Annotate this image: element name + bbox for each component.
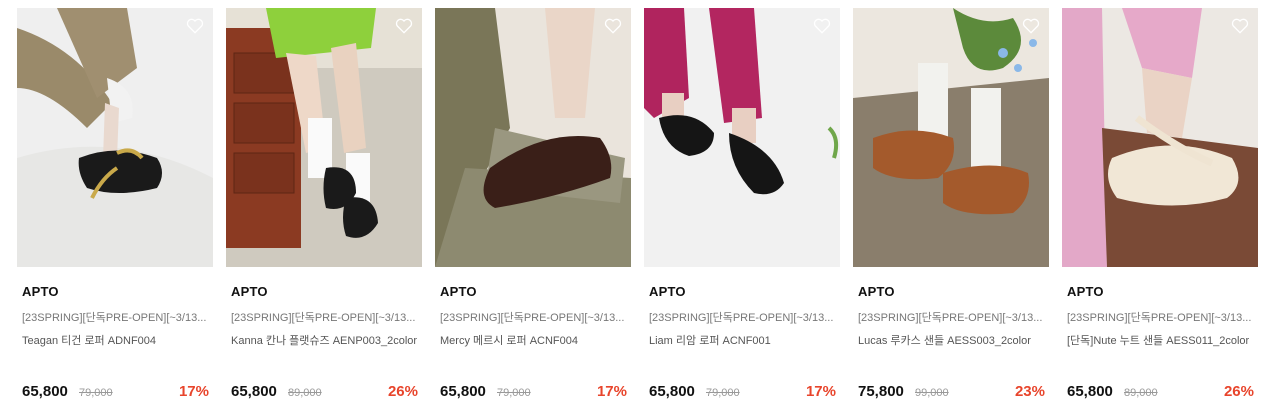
product-card[interactable]: APTO [23SPRING][단독PRE-OPEN][~3/13... Tea… <box>17 8 213 408</box>
sale-price: 65,800 <box>649 383 695 400</box>
product-name[interactable]: Liam 리암 로퍼 ACNF001 <box>649 333 837 349</box>
brand-name[interactable]: APTO <box>231 284 268 299</box>
product-image[interactable] <box>644 8 840 267</box>
original-price: 79,000 <box>79 387 113 399</box>
sale-price: 75,800 <box>858 383 904 400</box>
brand-name[interactable]: APTO <box>440 284 477 299</box>
product-name[interactable]: Lucas 루카스 샌들 AESS003_2color <box>858 333 1046 349</box>
product-image[interactable] <box>1062 8 1258 267</box>
product-badge: [23SPRING][단독PRE-OPEN][~3/13... <box>1067 312 1252 324</box>
product-image[interactable] <box>17 8 213 267</box>
heart-outline-icon[interactable] <box>185 16 205 36</box>
product-badge: [23SPRING][단독PRE-OPEN][~3/13... <box>858 312 1043 324</box>
brand-name[interactable]: APTO <box>649 284 686 299</box>
product-image[interactable] <box>853 8 1049 267</box>
discount-rate: 26% <box>1223 383 1254 400</box>
heart-outline-icon[interactable] <box>812 16 832 36</box>
product-card[interactable]: APTO [23SPRING][단독PRE-OPEN][~3/13... Mer… <box>435 8 631 408</box>
original-price: 99,000 <box>915 387 949 399</box>
product-card[interactable]: APTO [23SPRING][단독PRE-OPEN][~3/13... Kan… <box>226 8 422 408</box>
product-image[interactable] <box>226 8 422 267</box>
discount-rate: 17% <box>596 383 627 400</box>
discount-rate: 23% <box>1014 383 1045 400</box>
product-badge: [23SPRING][단독PRE-OPEN][~3/13... <box>231 312 416 324</box>
brand-name[interactable]: APTO <box>22 284 59 299</box>
discount-rate: 17% <box>178 383 209 400</box>
original-price: 79,000 <box>497 387 531 399</box>
heart-outline-icon[interactable] <box>394 16 414 36</box>
original-price: 79,000 <box>706 387 740 399</box>
heart-outline-icon[interactable] <box>1021 16 1041 36</box>
sale-price: 65,800 <box>231 383 277 400</box>
sale-price: 65,800 <box>1067 383 1113 400</box>
brand-name[interactable]: APTO <box>1067 284 1104 299</box>
product-grid: APTO [23SPRING][단독PRE-OPEN][~3/13... Tea… <box>0 0 1262 408</box>
sale-price: 65,800 <box>22 383 68 400</box>
heart-outline-icon[interactable] <box>603 16 623 36</box>
product-card[interactable]: APTO [23SPRING][단독PRE-OPEN][~3/13... [단독… <box>1062 8 1258 408</box>
product-card[interactable]: APTO [23SPRING][단독PRE-OPEN][~3/13... Luc… <box>853 8 1049 408</box>
product-name[interactable]: Kanna 칸나 플랫슈즈 AENP003_2color <box>231 333 419 349</box>
brand-name[interactable]: APTO <box>858 284 895 299</box>
discount-rate: 26% <box>387 383 418 400</box>
original-price: 89,000 <box>1124 387 1158 399</box>
product-name[interactable]: Mercy 메르시 로퍼 ACNF004 <box>440 333 628 349</box>
heart-outline-icon[interactable] <box>1230 16 1250 36</box>
product-badge: [23SPRING][단독PRE-OPEN][~3/13... <box>649 312 834 324</box>
discount-rate: 17% <box>805 383 836 400</box>
product-name[interactable]: Teagan 티건 로퍼 ADNF004 <box>22 333 210 349</box>
sale-price: 65,800 <box>440 383 486 400</box>
product-image[interactable] <box>435 8 631 267</box>
product-badge: [23SPRING][단독PRE-OPEN][~3/13... <box>22 312 207 324</box>
product-badge: [23SPRING][단독PRE-OPEN][~3/13... <box>440 312 625 324</box>
product-card[interactable]: APTO [23SPRING][단독PRE-OPEN][~3/13... Lia… <box>644 8 840 408</box>
original-price: 89,000 <box>288 387 322 399</box>
product-name[interactable]: [단독]Nute 누트 샌들 AESS011_2color <box>1067 333 1255 349</box>
